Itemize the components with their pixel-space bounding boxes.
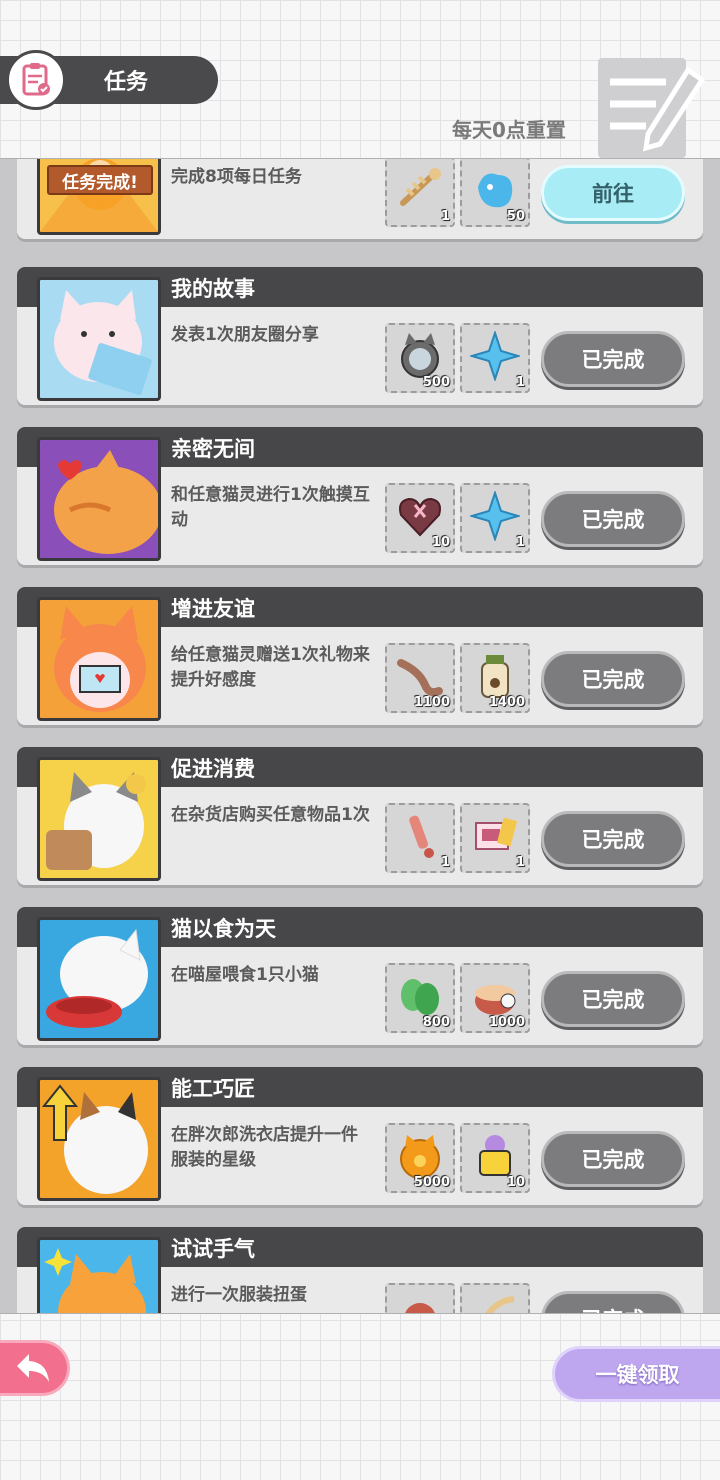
dried-fish-icon (397, 659, 443, 697)
task-list[interactable]: 任务完成! 完成8项每日任务 1 50 前往 我的故事 发表1次朋友圈分享 50… (0, 158, 720, 1314)
task-description: 在杂货店购买任意物品1次 (171, 805, 370, 825)
claim-all-button[interactable]: 一键领取 (552, 1346, 720, 1402)
task-card-gacha: 试试手气 进行一次服装扭蛋 已完成 (17, 1227, 703, 1313)
cat-note-art (37, 277, 161, 401)
reset-note: 每天0点重置 (452, 118, 566, 142)
page-title: 任务 (104, 70, 149, 95)
completed-button[interactable]: 已完成 (541, 811, 685, 867)
completed-button[interactable]: 已完成 (541, 1131, 685, 1187)
reward-slot: 10 (385, 483, 455, 553)
reward-slot: 1 (460, 803, 530, 873)
task-description: 给任意猫灵赠送1次礼物来提升好感度 (171, 645, 370, 690)
reward-slot: 1 (460, 323, 530, 393)
paw-jar-icon (481, 655, 509, 698)
reward-slot: 5000 (385, 1123, 455, 1193)
back-arrow-icon (16, 1354, 49, 1382)
task-description: 发表1次朋友圈分享 (171, 325, 319, 345)
task-title: 猫以食为天 (171, 917, 276, 941)
reward-slot: 800 (385, 963, 455, 1033)
task-description: 和任意猫灵进行1次触摸互动 (171, 485, 370, 530)
task-card-craftsman: 能工巧匠 在胖次郎洗衣店提升一件服装的星级 5000 10 已完成 (17, 1067, 703, 1205)
cat-bowl-art (37, 917, 161, 1041)
task-card-daily-complete: 任务完成! 完成8项每日任务 1 50 前往 (17, 159, 703, 239)
catnip-leaf-icon (401, 979, 439, 1015)
task-title: 试试手气 (171, 1237, 255, 1261)
reward-slot (385, 1283, 455, 1313)
blue-star-icon (470, 331, 520, 381)
cat-upgrade-art (37, 1077, 161, 1201)
completed-button[interactable]: 已完成 (541, 971, 685, 1027)
fish-can-icon (475, 985, 516, 1015)
notepad-pencil-icon (598, 58, 706, 158)
reward-slot: 1100 (385, 643, 455, 713)
reward-slot: 500 (385, 323, 455, 393)
feather-icon (485, 1296, 515, 1313)
gift-envelope-icon (475, 817, 518, 850)
back-button[interactable] (0, 1340, 70, 1396)
clipboard-icon (6, 50, 66, 110)
heart-box-icon (399, 497, 441, 537)
blue-spirit-icon (478, 173, 513, 208)
task-description: 进行一次服装扭蛋 (171, 1285, 307, 1305)
cat-coin-icon (401, 333, 439, 378)
orange-cat-art (37, 437, 161, 561)
lucky-cat-art (37, 1237, 161, 1313)
reward-slot: 1000 (460, 963, 530, 1033)
blue-star-icon (470, 491, 520, 541)
task-title: 亲密无间 (171, 437, 255, 461)
task-card-intimacy: 亲密无间 和任意猫灵进行1次触摸互动 10 1 已完成 (17, 427, 703, 565)
task-title: 增进友谊 (171, 597, 255, 621)
task-title: 促进消费 (171, 757, 255, 781)
task-title: 能工巧匠 (171, 1077, 255, 1101)
reward-slot: 10 (460, 1123, 530, 1193)
task-description: 在喵屋喂食1只小猫 (171, 965, 319, 985)
task-card-shopping: 促进消费 在杂货店购买任意物品1次 1 1 已完成 (17, 747, 703, 885)
reward-slot: 1 (385, 159, 455, 227)
fishbone-icon (400, 168, 441, 206)
completed-button[interactable]: 已完成 (541, 1291, 685, 1313)
reward-slot: 1400 (460, 643, 530, 713)
reward-slot: 1 (385, 803, 455, 873)
task-description: 在胖次郎洗衣店提升一件服装的星级 (171, 1125, 358, 1170)
cat-head-icon (405, 1303, 435, 1313)
task-complete-badge: 任务完成! (47, 165, 153, 195)
completed-button[interactable]: 已完成 (541, 651, 685, 707)
go-button[interactable]: 前往 (541, 165, 685, 221)
task-card-my-story: 我的故事 发表1次朋友圈分享 500 1 已完成 (17, 267, 703, 405)
gold-paw-coin-icon (400, 1135, 440, 1179)
task-card-feeding: 猫以食为天 在喵屋喂食1只小猫 800 1000 已完成 (17, 907, 703, 1045)
reward-slot: 1 (460, 483, 530, 553)
task-card-friendship: 增进友谊 给任意猫灵赠送1次礼物来提升好感度 1100 1400 已完成 (17, 587, 703, 725)
completed-button[interactable]: 已完成 (541, 331, 685, 387)
completed-button[interactable]: 已完成 (541, 491, 685, 547)
reward-slot: 50 (460, 159, 530, 227)
shopping-cat-art (37, 757, 161, 881)
red-key-icon (409, 815, 434, 858)
task-title: 我的故事 (171, 277, 255, 301)
reward-slot (460, 1283, 530, 1313)
task-description: 完成8项每日任务 (171, 167, 302, 187)
cat-letter-art (37, 597, 161, 721)
cat-shirt-icon (479, 1135, 511, 1176)
